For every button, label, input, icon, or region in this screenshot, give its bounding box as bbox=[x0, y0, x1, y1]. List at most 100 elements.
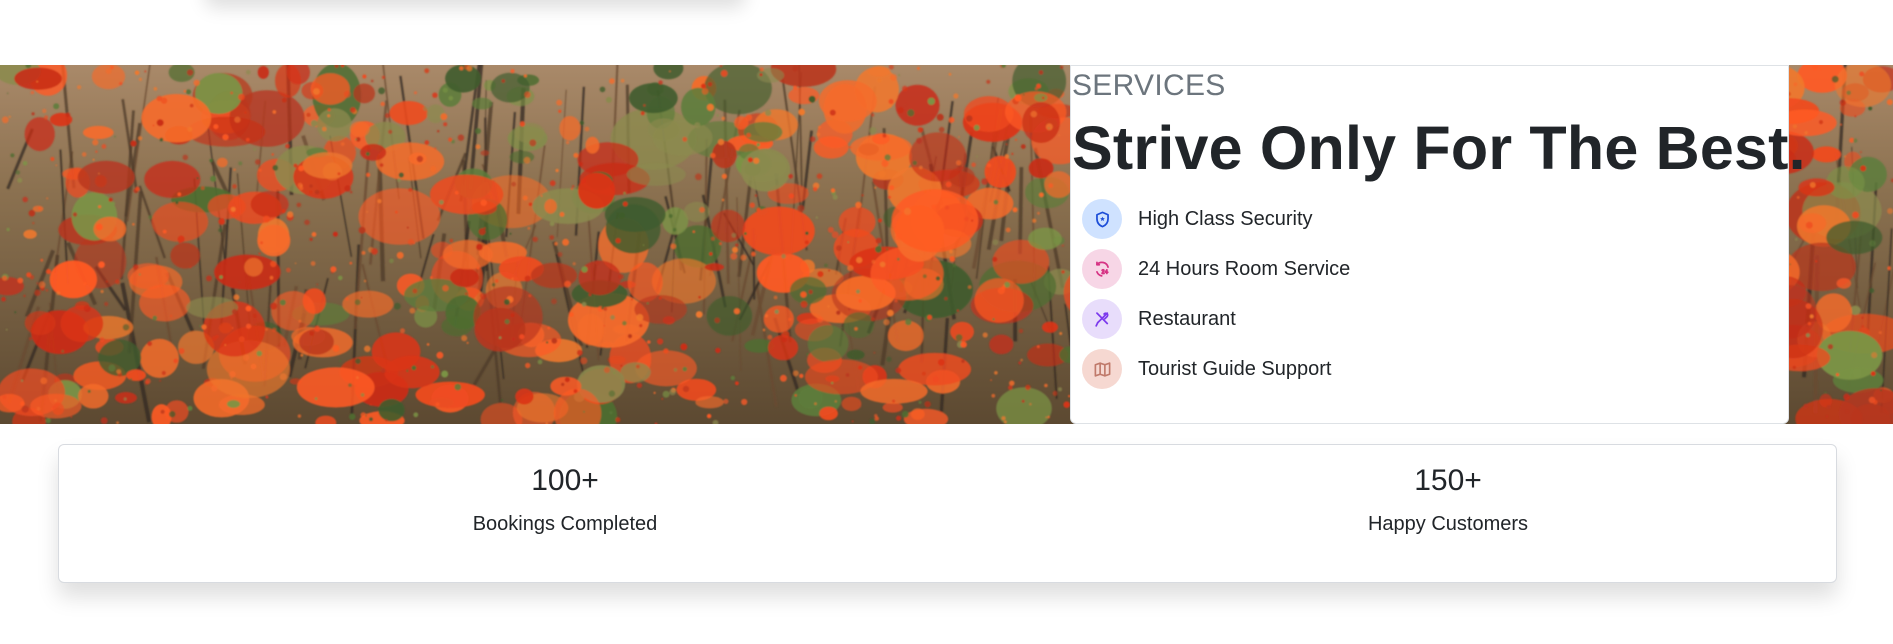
leaf-speck bbox=[297, 414, 302, 418]
leaf-speck bbox=[270, 302, 278, 310]
leaf-speck bbox=[322, 126, 327, 132]
red-blossom-cluster bbox=[887, 320, 924, 352]
leaf-speck bbox=[8, 115, 11, 118]
leaf-speck bbox=[881, 159, 889, 167]
leaf-speck bbox=[731, 233, 737, 238]
leaf-speck bbox=[549, 221, 555, 227]
leaf-speck bbox=[817, 316, 824, 323]
leaf-speck bbox=[715, 347, 721, 354]
leaf-speck bbox=[1063, 401, 1070, 409]
leaf-speck bbox=[845, 373, 850, 377]
leaf-speck bbox=[213, 124, 219, 130]
leaf-speck bbox=[1861, 316, 1864, 319]
red-blossom-cluster bbox=[257, 224, 291, 257]
leaf-speck bbox=[976, 155, 978, 158]
leaf-speck bbox=[855, 289, 861, 294]
red-blossom-cluster bbox=[244, 257, 263, 277]
leaf-speck bbox=[201, 324, 207, 330]
red-blossom-cluster bbox=[1022, 102, 1060, 143]
leaf-speck bbox=[224, 344, 227, 346]
leaf-speck bbox=[871, 259, 876, 264]
leaf-speck bbox=[615, 417, 621, 423]
leaf-speck bbox=[1831, 75, 1839, 83]
leaf-speck bbox=[265, 328, 268, 331]
leaf-speck bbox=[156, 119, 164, 127]
leaf-speck bbox=[1005, 143, 1008, 146]
leaf-speck bbox=[1860, 165, 1867, 172]
leaf-speck bbox=[393, 302, 401, 310]
leaf-speck bbox=[99, 337, 105, 343]
leaf-speck bbox=[889, 185, 895, 191]
leaf-speck bbox=[1044, 383, 1048, 388]
leaf-speck bbox=[298, 165, 304, 172]
green-foliage-cluster bbox=[846, 349, 865, 360]
leaf-speck bbox=[246, 69, 251, 75]
leaf-speck bbox=[554, 242, 558, 246]
green-foliage-cluster bbox=[620, 362, 651, 383]
red-blossom-cluster bbox=[895, 84, 940, 126]
leaf-speck bbox=[466, 341, 469, 344]
leaf-speck bbox=[476, 243, 483, 251]
leaf-speck bbox=[435, 402, 440, 407]
leaf-speck bbox=[366, 172, 371, 177]
leaf-speck bbox=[15, 170, 21, 175]
leaf-speck bbox=[1880, 389, 1882, 392]
leaf-speck bbox=[579, 120, 584, 126]
leaf-speck bbox=[36, 80, 39, 83]
leaf-speck bbox=[896, 415, 902, 421]
leaf-speck bbox=[897, 106, 904, 114]
red-blossom-cluster bbox=[704, 263, 725, 271]
leaf-speck bbox=[692, 230, 695, 233]
leaf-speck bbox=[358, 226, 366, 234]
leaf-speck bbox=[573, 389, 578, 394]
leaf-speck bbox=[707, 82, 713, 87]
leaf-speck bbox=[1871, 352, 1878, 359]
leaf-speck bbox=[1869, 240, 1876, 247]
leaf-speck bbox=[699, 207, 705, 213]
red-blossom-cluster bbox=[299, 328, 334, 355]
red-blossom-cluster bbox=[450, 267, 479, 288]
leaf-speck bbox=[1045, 416, 1048, 419]
leaf-speck bbox=[279, 299, 286, 306]
leaf-speck bbox=[921, 371, 926, 376]
leaf-speck bbox=[199, 324, 202, 328]
leaf-speck bbox=[682, 136, 688, 142]
leaf-speck bbox=[733, 308, 740, 315]
leaf-speck bbox=[32, 222, 35, 225]
leaf-speck bbox=[1020, 144, 1026, 149]
leaf-speck bbox=[537, 359, 543, 365]
map-icon bbox=[1082, 349, 1122, 389]
leaf-speck bbox=[1852, 211, 1859, 219]
leaf-speck bbox=[26, 272, 32, 278]
leaf-speck bbox=[793, 85, 798, 90]
leaf-speck bbox=[522, 195, 528, 201]
leaf-speck bbox=[878, 218, 882, 223]
red-blossom-cluster bbox=[140, 338, 180, 378]
leaf-speck bbox=[1021, 399, 1025, 403]
leaf-speck bbox=[354, 299, 361, 306]
leaf-speck bbox=[503, 299, 510, 305]
leaf-speck bbox=[847, 265, 854, 272]
leaf-speck bbox=[953, 93, 959, 99]
leaf-speck bbox=[767, 334, 773, 340]
leaf-speck bbox=[285, 143, 290, 149]
leaf-speck bbox=[177, 192, 182, 196]
leaf-speck bbox=[229, 371, 236, 378]
leaf-speck bbox=[743, 232, 747, 236]
leaf-speck bbox=[441, 370, 449, 378]
leaf-speck bbox=[741, 398, 748, 406]
leaf-speck bbox=[653, 391, 656, 394]
leaf-speck bbox=[2, 275, 8, 281]
leaf-speck bbox=[250, 363, 257, 370]
leaf-speck bbox=[764, 314, 769, 318]
leaf-speck bbox=[81, 152, 87, 157]
leaf-speck bbox=[888, 195, 891, 199]
leaf-speck bbox=[1805, 303, 1812, 309]
leaf-speck bbox=[110, 65, 114, 70]
leaf-speck bbox=[788, 173, 793, 179]
leaf-speck bbox=[509, 298, 512, 301]
leaf-speck bbox=[588, 293, 592, 297]
leaf-speck bbox=[349, 190, 353, 194]
leaf-speck bbox=[185, 89, 192, 95]
shield-star-icon bbox=[1082, 199, 1122, 239]
